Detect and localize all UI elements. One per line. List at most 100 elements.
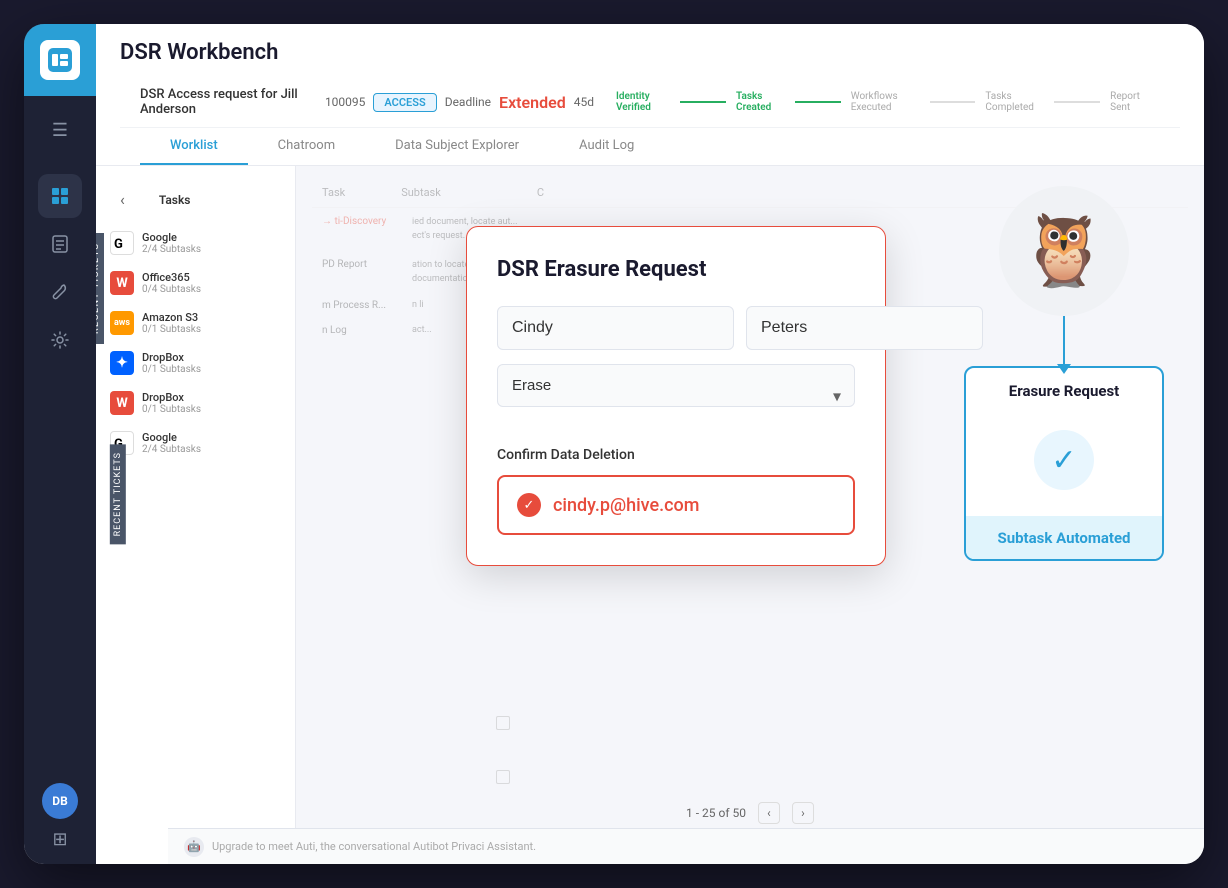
owl-container: 🦉: [999, 186, 1129, 316]
email-check-icon: ✓: [517, 493, 541, 517]
task-col-header: Task: [322, 186, 345, 199]
task-item-google-1[interactable]: G Google 2/4 Subtasks: [96, 223, 295, 263]
task-name-2: Office365: [142, 271, 281, 284]
progress-steps: Identity Verified Tasks Created Workflow…: [606, 91, 1160, 113]
nav-dashboard[interactable]: [38, 174, 82, 218]
task-item-aws[interactable]: aws Amazon S3 0/1 Subtasks: [96, 303, 295, 343]
checkbox-1[interactable]: [496, 716, 510, 730]
nav-tools[interactable]: [38, 270, 82, 314]
task-info-3: Amazon S3 0/1 Subtasks: [142, 311, 281, 335]
pagination-info: 1 - 25 of 50: [686, 806, 746, 820]
prev-page-button[interactable]: ‹: [758, 802, 780, 824]
task-item-dropbox-1[interactable]: ✦ DropBox 0/1 Subtasks: [96, 343, 295, 383]
next-page-button[interactable]: ›: [792, 802, 814, 824]
tabs-bar: Worklist Chatroom Data Subject Explorer …: [120, 128, 1180, 165]
task-sub-5: 0/1 Subtasks: [142, 404, 281, 415]
access-badge: ACCESS: [373, 93, 436, 112]
sidebar-nav: [38, 164, 82, 783]
nav-settings[interactable]: [38, 318, 82, 362]
tab-data-subject[interactable]: Data Subject Explorer: [365, 128, 549, 165]
task-sub-4: 0/1 Subtasks: [142, 364, 281, 375]
task-sub-6: 2/4 Subtasks: [142, 444, 281, 455]
step-line-3: [930, 101, 976, 103]
google-logo-1: G: [110, 231, 134, 255]
deadline-label: Deadline: [445, 95, 491, 109]
sidebar-bottom: DB ⊞: [42, 783, 78, 864]
task-name-4: DropBox: [142, 351, 281, 364]
tasks-panel: ‹ Tasks G Google 2/4 Subtasks W Office36…: [96, 166, 296, 864]
erasure-modal: DSR Erasure Request Erase Confirm Data D…: [466, 226, 886, 566]
deadline-days: 45d: [574, 95, 594, 109]
dropbox-office-logo: W: [110, 391, 134, 415]
tab-audit-log[interactable]: Audit Log: [549, 128, 664, 165]
checkbox-2[interactable]: [496, 770, 510, 784]
nav-reports[interactable]: [38, 222, 82, 266]
name-fields: [497, 306, 855, 350]
task-sub-2: 0/4 Subtasks: [142, 284, 281, 295]
main-content: DSR Workbench RECENT TICKETS DSR Access …: [96, 24, 1204, 864]
task-name-5: DropBox: [142, 391, 281, 404]
arrow-down: [1063, 316, 1065, 366]
first-name-input[interactable]: [497, 306, 734, 350]
pagination-bar: 1 - 25 of 50 ‹ ›: [686, 802, 814, 824]
bottom-bar-text: Upgrade to meet Auti, the conversational…: [212, 840, 536, 853]
task-item-google-2[interactable]: G Google 2/4 Subtasks: [96, 423, 295, 463]
bot-icon: 🤖: [184, 837, 204, 857]
step-report: Report Sent: [1100, 91, 1160, 113]
task-name-3: Amazon S3: [142, 311, 281, 324]
last-name-input[interactable]: [746, 306, 983, 350]
task-info-5: DropBox 0/1 Subtasks: [142, 391, 281, 415]
checkmark-icon: ✓: [1051, 443, 1076, 478]
task-info-4: DropBox 0/1 Subtasks: [142, 351, 281, 375]
logo-icon: [40, 40, 80, 80]
grid-icon[interactable]: ⊞: [52, 829, 67, 850]
page-title: DSR Workbench: [120, 40, 1180, 65]
dsr-info-bar: RECENT TICKETS DSR Access request for Ji…: [120, 77, 1180, 128]
recent-tickets-label: RECENT TICKETS: [110, 444, 126, 544]
step-completed: Tasks Completed: [975, 91, 1054, 113]
task-item-office[interactable]: W Office365 0/4 Subtasks: [96, 263, 295, 303]
office-logo: W: [110, 271, 134, 295]
subtask-automated-label: Subtask Automated: [997, 529, 1130, 547]
modal-title: DSR Erasure Request: [497, 257, 855, 282]
user-avatar[interactable]: DB: [42, 783, 78, 819]
workflow-area: Task Subtask C → ti-Discovery ied docume…: [296, 166, 1204, 864]
erasure-card: Erasure Request ✓ Subtask Automated: [964, 366, 1164, 561]
tab-worklist[interactable]: Worklist: [140, 128, 248, 165]
task-info-2: Office365 0/4 Subtasks: [142, 271, 281, 295]
task-info-1: Google 2/4 Subtasks: [142, 231, 281, 255]
svg-text:G: G: [114, 237, 123, 251]
logo: [24, 24, 96, 96]
dsr-request-title: DSR Access request for Jill Anderson: [140, 87, 313, 117]
email-confirm-box: ✓ cindy.p@hive.com: [497, 475, 855, 535]
c-col-header: C: [537, 186, 544, 199]
step-line-4: [1054, 101, 1100, 103]
dropbox-logo-1: ✦: [110, 351, 134, 375]
task-name-1: Google: [142, 231, 281, 244]
tab-chatroom[interactable]: Chatroom: [248, 128, 365, 165]
step-line-1: [680, 101, 726, 103]
sidebar: ☰ DB ⊞: [24, 24, 96, 864]
hamburger-icon[interactable]: ☰: [40, 110, 80, 150]
erasure-check-circle: ✓: [1034, 430, 1094, 490]
step-line-2: [795, 101, 841, 103]
task-sub-3: 0/1 Subtasks: [142, 324, 281, 335]
subtask-col-header: Subtask: [401, 186, 441, 199]
back-button[interactable]: ‹: [108, 182, 137, 217]
content-area: ‹ Tasks G Google 2/4 Subtasks W Office36…: [96, 166, 1204, 864]
bottom-bar: 🤖 Upgrade to meet Auti, the conversation…: [168, 828, 1204, 864]
step-workflows: Workflows Executed: [841, 91, 930, 113]
task-name-6: Google: [142, 431, 281, 444]
action-select[interactable]: Erase: [497, 364, 855, 407]
page-header: DSR Workbench RECENT TICKETS DSR Access …: [96, 24, 1204, 166]
task-sub-1: 2/4 Subtasks: [142, 244, 281, 255]
aws-logo: aws: [110, 311, 134, 335]
task-info-6: Google 2/4 Subtasks: [142, 431, 281, 455]
erasure-card-title: Erasure Request: [966, 368, 1162, 414]
extended-badge: Extended: [499, 93, 566, 112]
task-item-dropbox-2[interactable]: W DropBox 0/1 Subtasks: [96, 383, 295, 423]
owl-icon: 🦉: [1020, 216, 1107, 286]
action-select-wrapper: Erase: [497, 364, 855, 427]
erasure-card-footer: Subtask Automated: [966, 516, 1162, 559]
tasks-label: Tasks: [145, 187, 205, 213]
